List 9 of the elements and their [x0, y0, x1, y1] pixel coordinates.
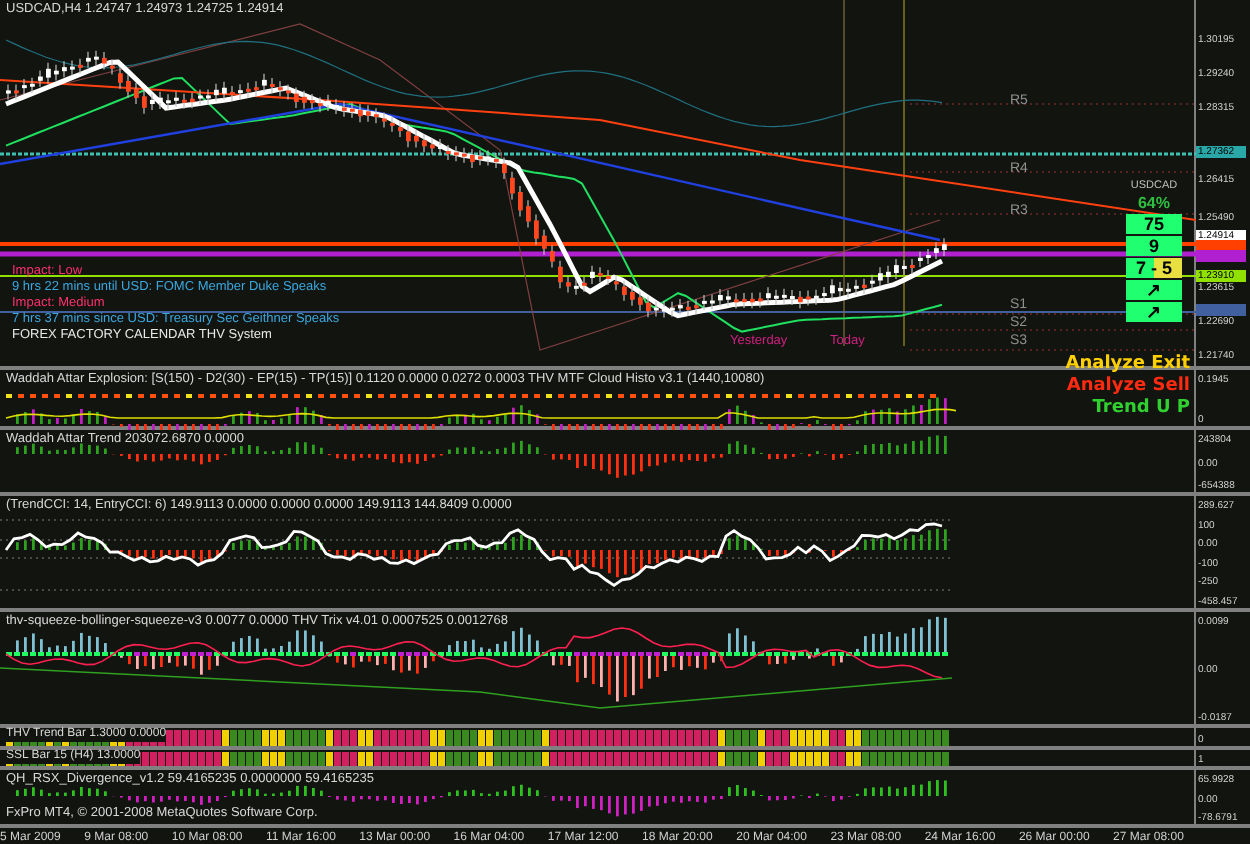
signal-text: Analyze Sell — [1066, 376, 1190, 398]
signal-text: Trend U P — [1092, 398, 1190, 420]
percent-label: 64% — [1137, 194, 1170, 212]
signal-text: Analyze Exit — [1065, 354, 1190, 376]
arrow-signal: ↗ — [1126, 302, 1182, 322]
signal-value: 75 — [1126, 214, 1182, 234]
arrow-signal: ↗ — [1126, 280, 1182, 300]
signal-value: 9 — [1126, 236, 1182, 256]
signal-value: 7 - 5 — [1126, 258, 1182, 278]
